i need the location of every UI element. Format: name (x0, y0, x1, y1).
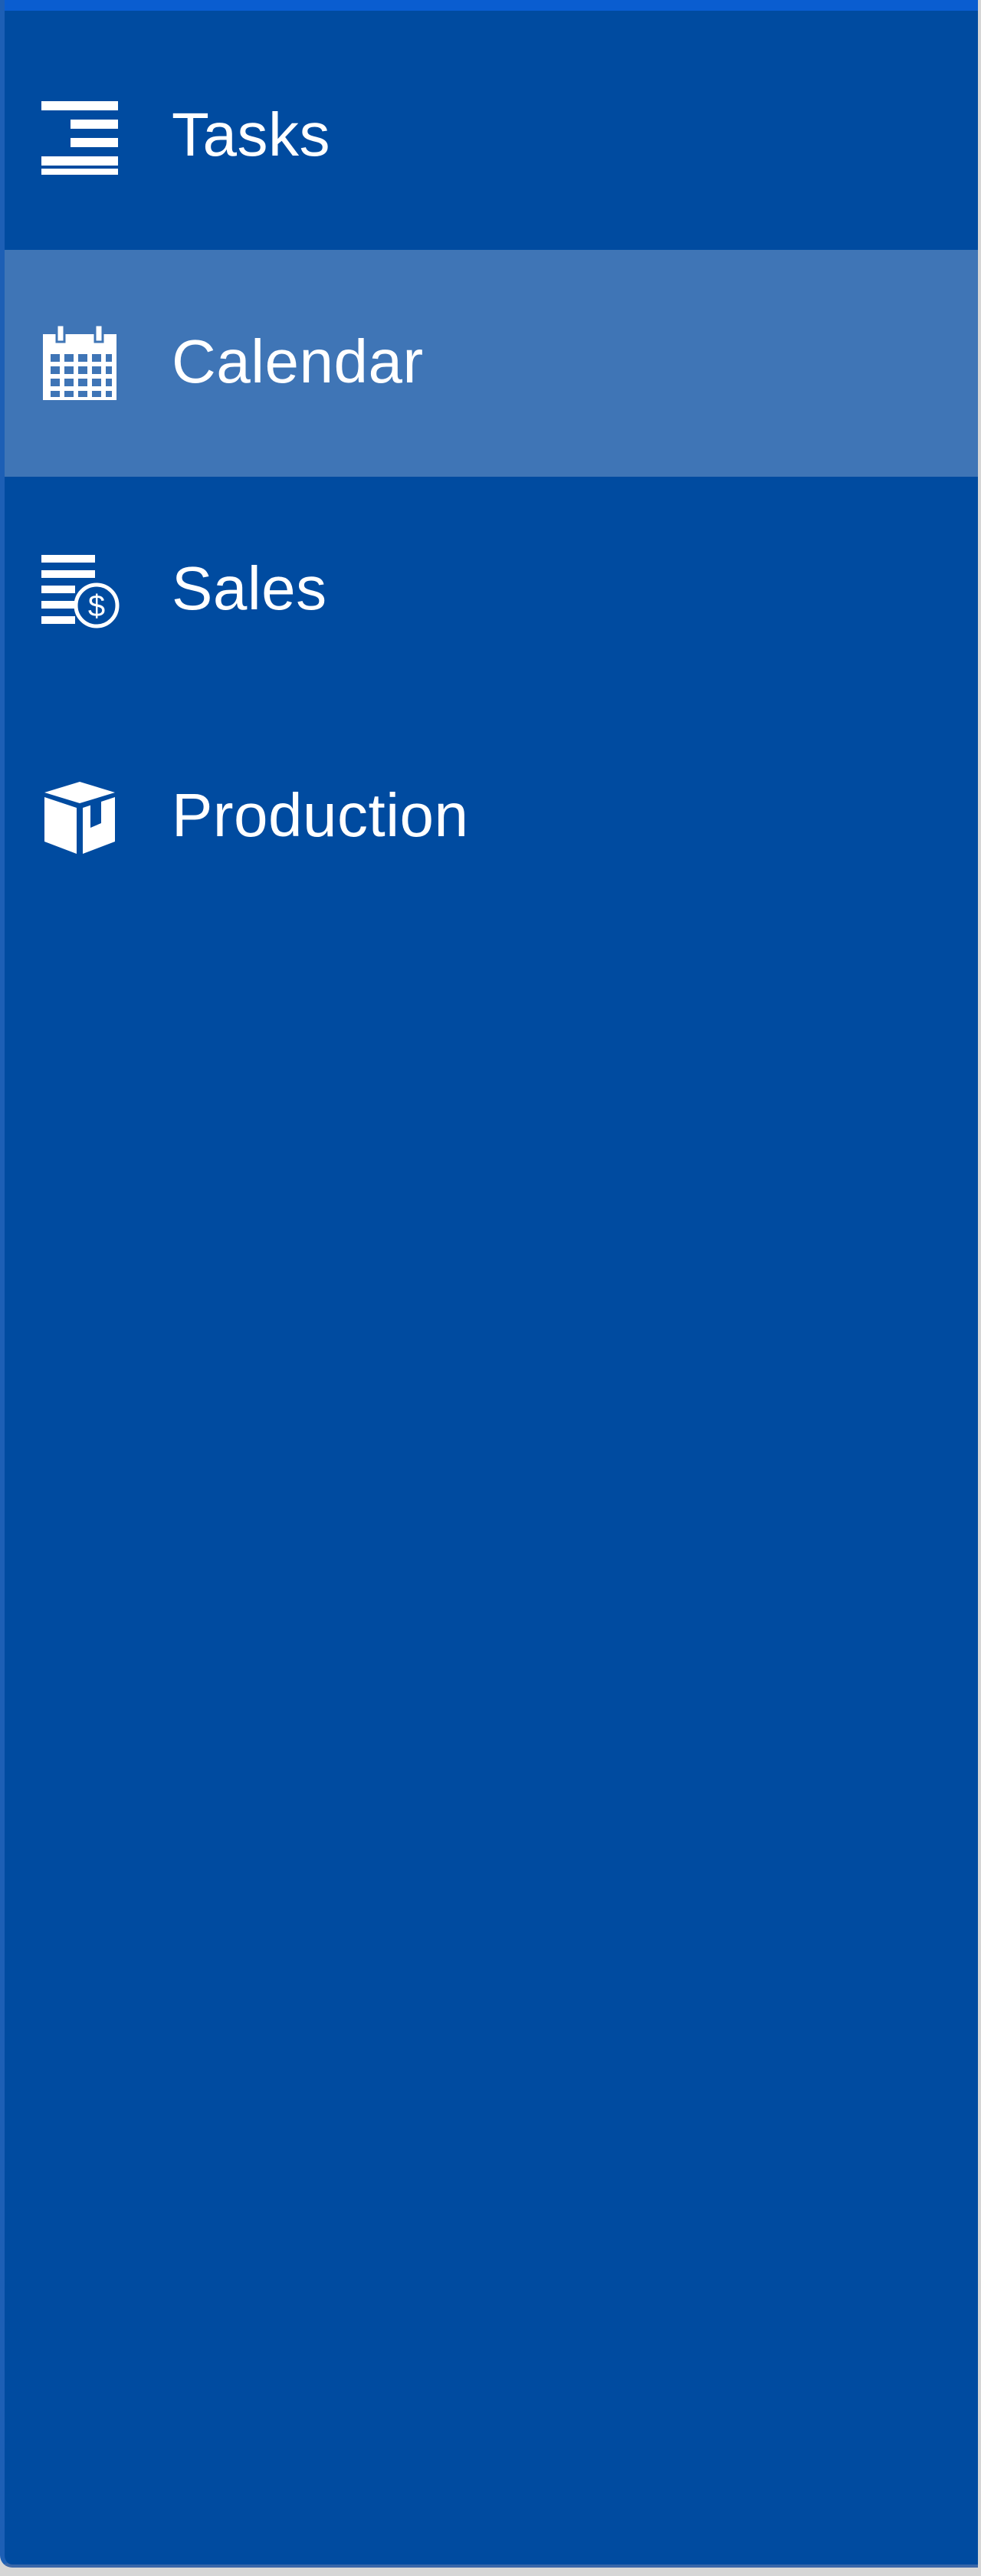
sidebar-item-label: Calendar (172, 327, 424, 396)
sidebar-item-label: Sales (172, 554, 327, 623)
top-accent-bar (5, 0, 978, 11)
sidebar-item-production[interactable]: Production (5, 704, 978, 930)
calendar-icon (37, 320, 123, 406)
package-box-icon (37, 774, 123, 860)
sidebar-item-calendar[interactable]: Calendar (5, 250, 978, 477)
tasks-list-icon (37, 94, 123, 179)
sales-list-dollar-icon: $ (37, 547, 123, 633)
sidebar-item-tasks[interactable]: Tasks (5, 23, 978, 250)
sidebar-nav: Tasks Calendar $ Sales Production (5, 23, 978, 930)
sidebar-item-label: Production (172, 781, 469, 850)
sidebar: Tasks Calendar $ Sales Production (0, 0, 978, 2568)
svg-text:$: $ (88, 589, 105, 623)
sidebar-item-sales[interactable]: $ Sales (5, 477, 978, 704)
sidebar-item-label: Tasks (172, 100, 330, 169)
